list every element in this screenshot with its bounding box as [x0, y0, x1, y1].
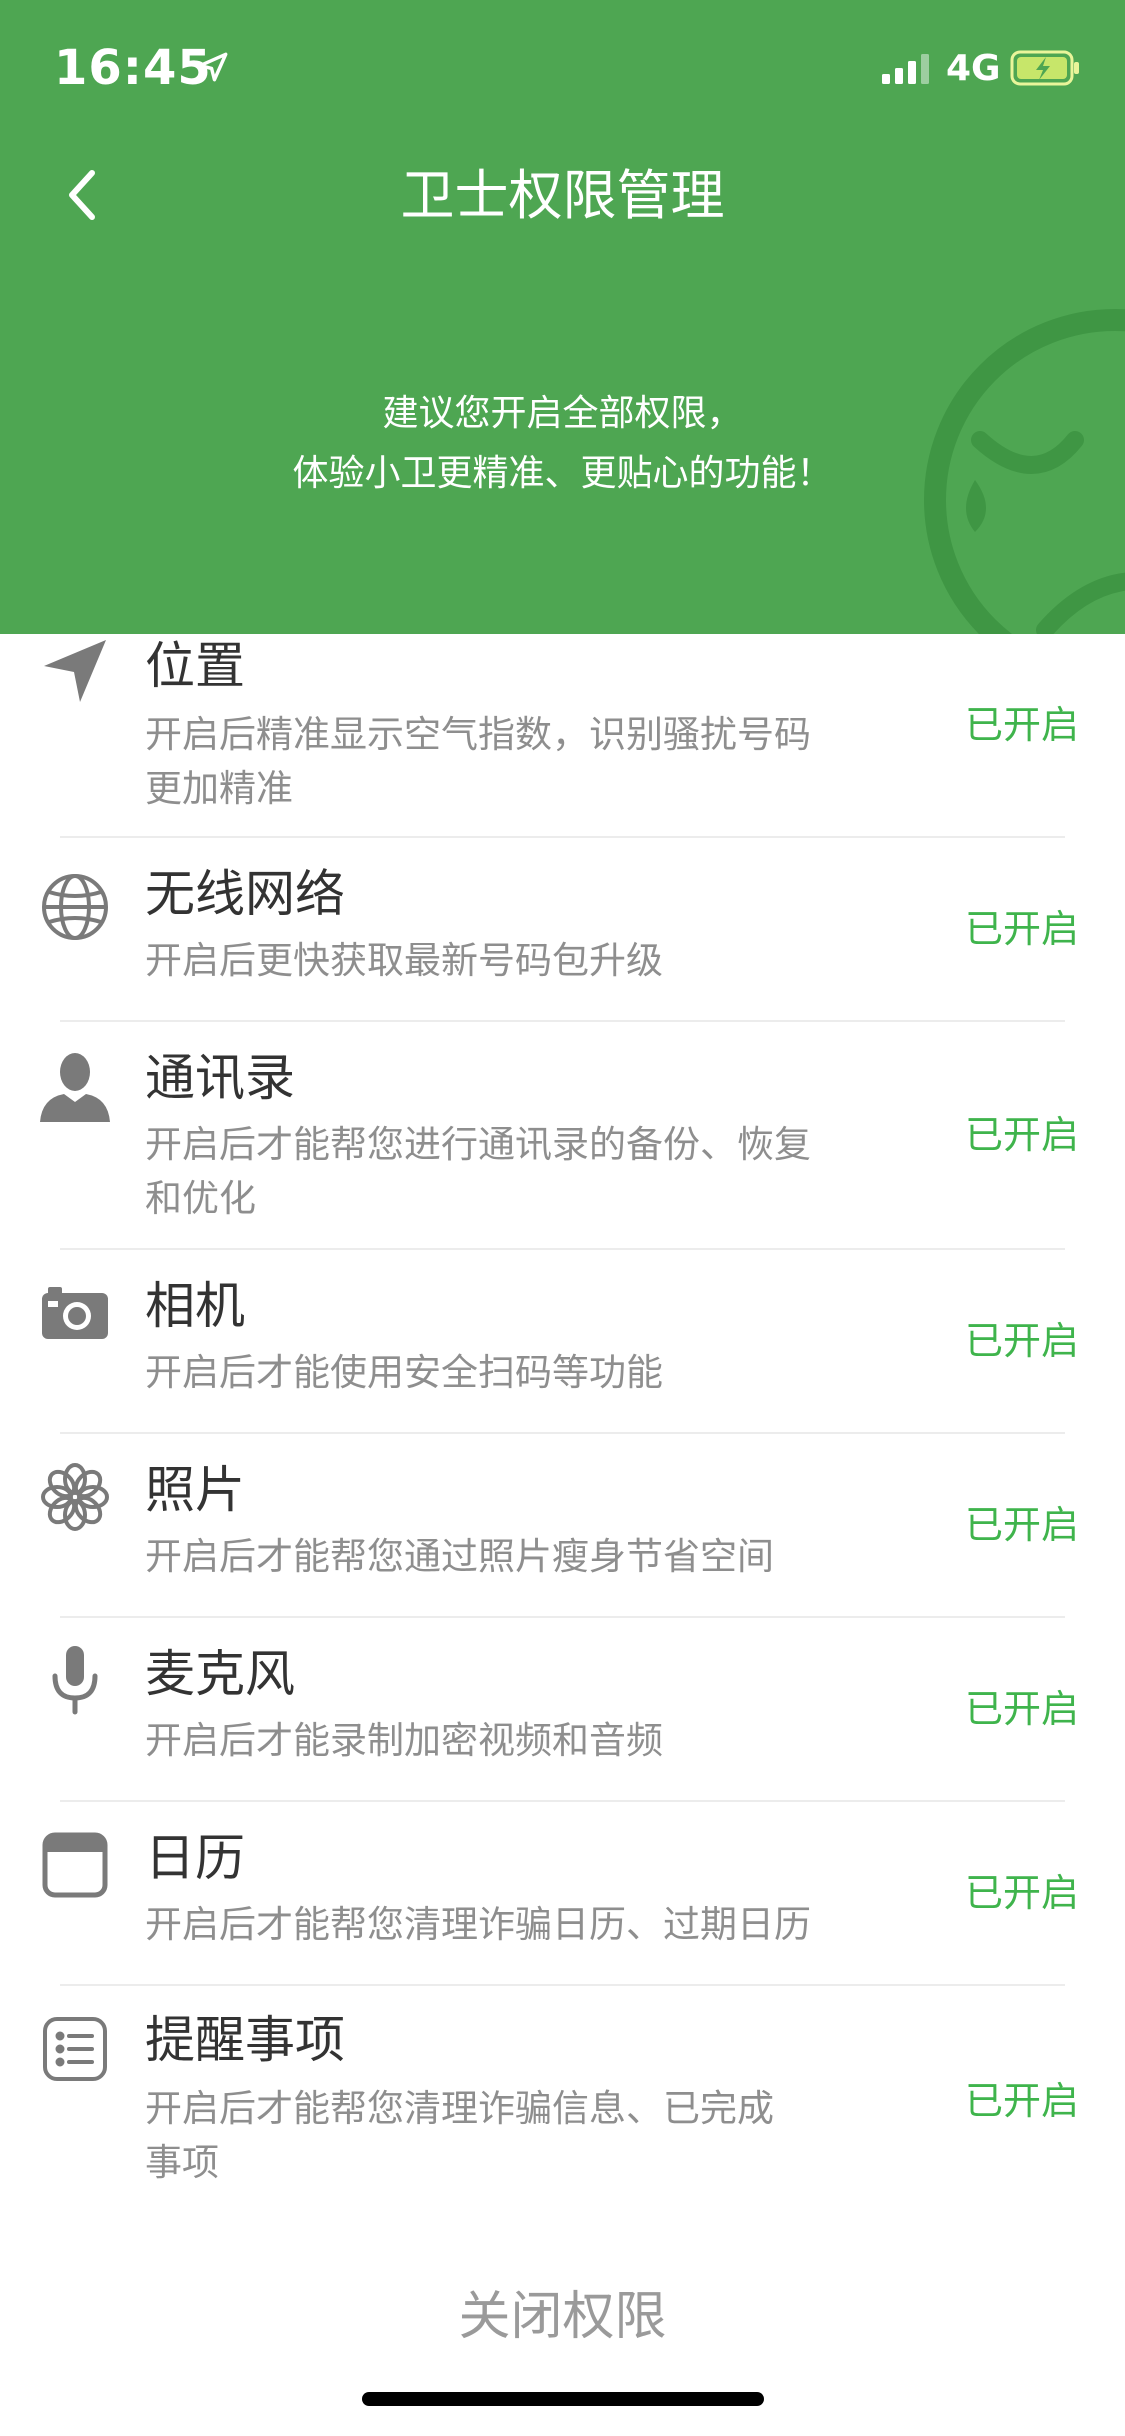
permission-desc: 开启后才能帮您清理诈骗日历、过期日历	[145, 1898, 875, 1952]
permission-desc-line: 事项	[145, 2141, 219, 2184]
permission-title: 照片	[145, 1461, 245, 1519]
calendar-icon	[38, 1828, 112, 1902]
permission-status: 已开启	[965, 1113, 1080, 1157]
page-title: 卫士权限管理	[400, 164, 725, 227]
permission-title: 无线网络	[145, 865, 345, 923]
camera-icon	[38, 1276, 112, 1350]
permission-desc-line: 开启后才能使用安全扫码等功能	[145, 1351, 663, 1394]
permission-title: 日历	[145, 1829, 245, 1887]
permission-status: 已开启	[965, 907, 1080, 951]
signal-icon	[882, 54, 929, 84]
permission-row-microphone[interactable]: 麦克风 开启后才能录制加密视频和音频 已开启	[0, 1618, 1125, 1802]
contact-person-icon	[38, 1050, 112, 1124]
photos-flower-icon	[38, 1460, 112, 1534]
permission-title: 麦克风	[145, 1645, 295, 1703]
permission-status: 已开启	[965, 1503, 1080, 1547]
permission-desc-line: 开启后精准显示空气指数，识别骚扰号码	[145, 713, 811, 756]
permission-status: 已开启	[965, 1319, 1080, 1363]
location-arrow-icon	[38, 634, 112, 708]
permission-row-wifi[interactable]: 无线网络 开启后更快获取最新号码包升级 已开启	[0, 838, 1125, 1022]
permission-row-location[interactable]: 位置 开启后精准显示空气指数，识别骚扰号码 更加精准 已开启	[0, 634, 1125, 838]
permission-row-camera[interactable]: 相机 开启后才能使用安全扫码等功能 已开启	[0, 1250, 1125, 1434]
battery-charging-icon	[1010, 50, 1079, 86]
permission-row-photos[interactable]: 照片 开启后才能帮您通过照片瘦身节省空间 已开启	[0, 1434, 1125, 1618]
reminders-list-icon	[38, 2012, 112, 2086]
permission-desc: 开启后才能帮您清理诈骗信息、已完成 事项	[145, 2082, 875, 2190]
permission-desc-line: 更加精准	[145, 767, 293, 810]
crying-face-decoration-icon	[924, 309, 1125, 634]
permission-title: 提醒事项	[145, 2011, 345, 2069]
permission-desc: 开启后精准显示空气指数，识别骚扰号码 更加精准	[145, 708, 875, 816]
permission-title: 通讯录	[145, 1049, 295, 1107]
header: 16:45 4G 卫士权限管理 建议您开启全部权限， 体验小卫更精准、更贴心的功…	[0, 0, 1125, 634]
location-arrow-icon	[198, 52, 228, 82]
permission-desc-line: 开启后才能帮您清理诈骗日历、过期日历	[145, 1903, 811, 1946]
status-bar: 16:45 4G	[0, 0, 1125, 132]
permission-status: 已开启	[965, 2079, 1080, 2123]
permission-row-contacts[interactable]: 通讯录 开启后才能帮您进行通讯录的备份、恢复 和优化 已开启	[0, 1022, 1125, 1250]
network-label: 4G	[946, 48, 1001, 89]
permission-desc-line: 和优化	[145, 1177, 256, 1220]
status-time: 16:45	[54, 40, 212, 96]
permission-row-reminders[interactable]: 提醒事项 开启后才能帮您清理诈骗信息、已完成 事项 已开启	[0, 1986, 1125, 2212]
permission-status: 已开启	[965, 703, 1080, 747]
permission-status: 已开启	[965, 1871, 1080, 1915]
permission-desc-line: 开启后更快获取最新号码包升级	[145, 939, 663, 982]
permission-desc-line: 开启后才能帮您通过照片瘦身节省空间	[145, 1535, 774, 1578]
permission-title: 相机	[145, 1277, 245, 1335]
permission-row-calendar[interactable]: 日历 开启后才能帮您清理诈骗日历、过期日历 已开启	[0, 1802, 1125, 1986]
permission-desc-line: 开启后才能帮您进行通讯录的备份、恢复	[145, 1123, 811, 1166]
globe-icon	[38, 870, 112, 944]
permission-desc-line: 开启后才能帮您清理诈骗信息、已完成	[145, 2087, 774, 2130]
home-indicator[interactable]	[362, 2392, 764, 2406]
permission-title: 位置	[145, 637, 245, 695]
permission-desc: 开启后才能录制加密视频和音频	[145, 1714, 875, 1768]
permission-desc: 开启后更快获取最新号码包升级	[145, 934, 875, 988]
microphone-icon	[38, 1642, 112, 1716]
permission-desc: 开启后才能使用安全扫码等功能	[145, 1346, 875, 1400]
permission-status: 已开启	[965, 1687, 1080, 1731]
close-permissions-button[interactable]: 关闭权限	[0, 2282, 1125, 2352]
permission-desc: 开启后才能帮您进行通讯录的备份、恢复 和优化	[145, 1118, 875, 1226]
permission-desc: 开启后才能帮您通过照片瘦身节省空间	[145, 1530, 875, 1584]
permission-list: 位置 开启后精准显示空气指数，识别骚扰号码 更加精准 已开启 无线网络 开启后更…	[0, 634, 1125, 2212]
permission-desc-line: 开启后才能录制加密视频和音频	[145, 1719, 663, 1762]
